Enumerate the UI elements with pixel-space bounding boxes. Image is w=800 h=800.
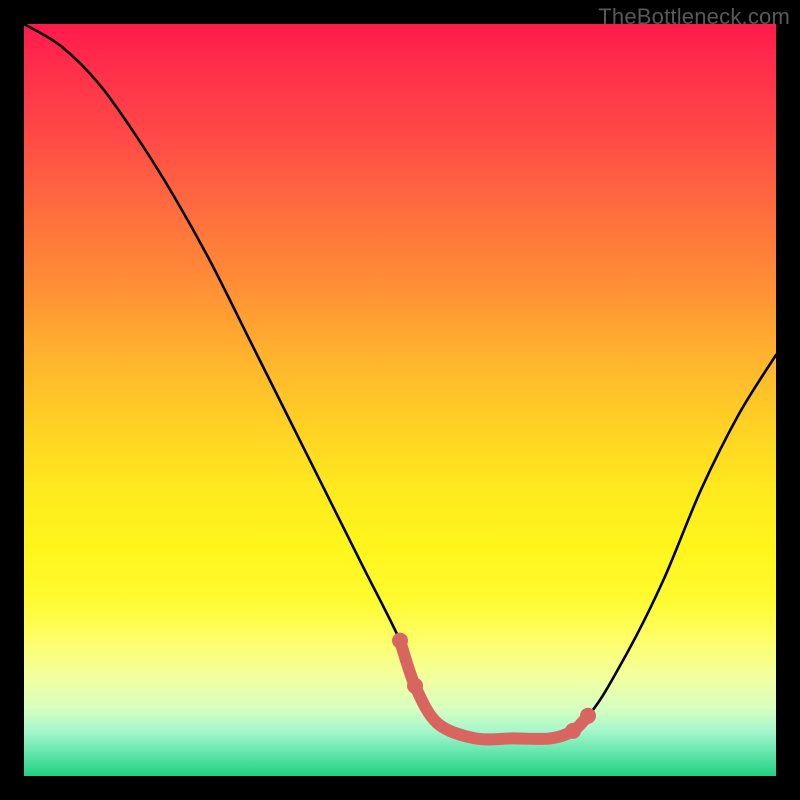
highlight-path xyxy=(400,641,588,740)
highlight-dots xyxy=(392,633,596,739)
plot-area xyxy=(24,24,776,776)
highlight-dot xyxy=(407,678,423,694)
highlight-dot xyxy=(565,723,581,739)
chart-svg xyxy=(24,24,776,776)
highlight-dot xyxy=(580,708,596,724)
chart-canvas: TheBottleneck.com xyxy=(0,0,800,800)
highlight-dot xyxy=(392,633,408,649)
